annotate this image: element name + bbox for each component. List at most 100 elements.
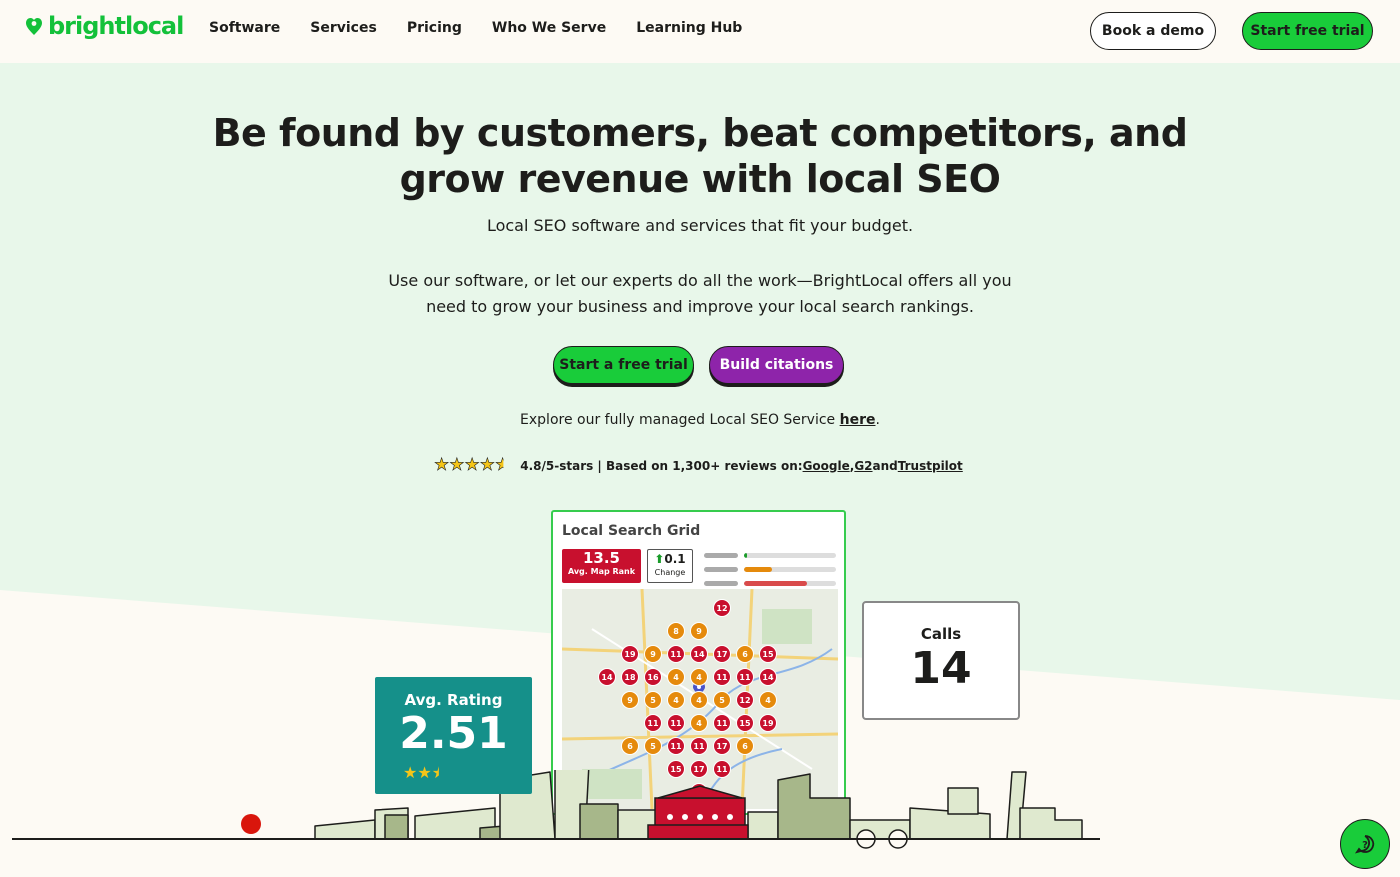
rank-dot: 4 (690, 714, 708, 732)
avg-rating-value: 2.51 (399, 708, 508, 759)
star-icon: ★ (403, 763, 418, 782)
rank-dot: 4 (690, 691, 708, 709)
rank-dot: 5 (644, 737, 662, 755)
start-free-trial-cta[interactable]: Start a free trial (553, 346, 694, 384)
rank-dot: 15 (759, 645, 777, 663)
brightlocal-logo[interactable]: brightlocal (24, 12, 184, 40)
rank-dot: 17 (713, 737, 731, 755)
rank-dot: 11 (690, 737, 708, 755)
rank-dot: 16 (644, 668, 662, 686)
avg-rating-stars: ★ ★ ★ (403, 763, 446, 782)
chat-icon: ? (1354, 835, 1375, 854)
explore-text: Explore our fully managed Local SEO Serv… (520, 412, 840, 428)
rank-dot: 6 (621, 737, 639, 755)
build-citations-cta[interactable]: Build citations (709, 346, 844, 384)
rank-dot: 11 (736, 668, 754, 686)
rank-bar-fill (744, 580, 807, 586)
rank-dot: 4 (667, 668, 685, 686)
grid-title: Local Search Grid (562, 523, 701, 539)
google-reviews-link[interactable]: Google (803, 459, 850, 473)
nav-learning-hub[interactable]: Learning Hub (636, 20, 742, 36)
calls-value: 14 (910, 643, 972, 694)
star-icon: ★ (434, 455, 450, 475)
nav-services[interactable]: Services (310, 20, 377, 36)
rank-dot: 9 (621, 691, 639, 709)
half-star-icon: ★ (431, 763, 447, 782)
rank-dot: 11 (713, 714, 731, 732)
rank-bar-row (704, 576, 837, 590)
hero-title-line2: grow revenue with local SEO (399, 157, 1001, 201)
rank-dot: 9 (690, 622, 708, 640)
review-stars: ★ ★ ★ ★ ★ (434, 455, 511, 475)
hero-para-line1: Use our software, or let our experts do … (388, 271, 1012, 290)
chat-button[interactable]: ? (1340, 819, 1390, 869)
calls-card: Calls 14 (862, 601, 1020, 720)
rank-dot: 14 (598, 668, 616, 686)
city-skyline-illustration (12, 770, 1100, 849)
rank-dot: 11 (644, 714, 662, 732)
rank-dot: 6 (736, 645, 754, 663)
rank-dot: 14 (690, 645, 708, 663)
rank-dot: 11 (713, 668, 731, 686)
rank-dot: 5 (644, 691, 662, 709)
rank-dot: 19 (621, 645, 639, 663)
change-badge: ⬆0.1 Change (647, 549, 693, 583)
red-shop-illustration (647, 785, 749, 840)
logo-wordmark: brightlocal (48, 12, 184, 40)
rank-dot: 12 (736, 691, 754, 709)
calls-label: Calls (920, 625, 962, 643)
star-icon: ★ (479, 455, 495, 475)
explore-here-link[interactable]: here (840, 412, 876, 428)
g2-reviews-link[interactable]: G2 (854, 459, 872, 473)
hero-para-line2: need to grow your business and improve y… (426, 297, 974, 316)
avg-map-rank-badge: 13.5 Avg. Map Rank (562, 549, 641, 583)
arrow-up-icon: ⬆ (654, 552, 665, 566)
rank-dot: 8 (667, 622, 685, 640)
hero-subtitle: Local SEO software and services that fit… (486, 216, 914, 235)
rank-dot: 12 (713, 599, 731, 617)
rank-dot: 4 (690, 668, 708, 686)
rank-bar-fill (744, 552, 747, 558)
nav-pricing[interactable]: Pricing (407, 20, 462, 36)
rating-text: 4.8/5-stars | Based on 1,300+ reviews on… (520, 458, 803, 473)
top-navigation: brightlocal Software Services Pricing Wh… (0, 0, 1400, 63)
half-star-icon: ★ (495, 455, 511, 475)
rank-dot: 11 (667, 737, 685, 755)
start-free-trial-button[interactable]: Start free trial (1242, 12, 1373, 50)
reviews-and: and (872, 458, 898, 473)
book-demo-button[interactable]: Book a demo (1090, 12, 1216, 50)
rank-bar-row (704, 562, 837, 576)
location-heart-icon (26, 18, 42, 35)
rank-dot: 6 (736, 737, 754, 755)
rank-dot: 4 (759, 691, 777, 709)
trustpilot-reviews-link[interactable]: Trustpilot (898, 459, 963, 473)
rank-dot: 18 (621, 668, 639, 686)
rank-dot: 14 (759, 668, 777, 686)
rank-dot: 5 (713, 691, 731, 709)
rank-bar-fill (744, 566, 772, 572)
reviews-summary: ★ ★ ★ ★ ★ 4.8/5-stars | Based on 1,300+ … (434, 455, 963, 475)
avg-map-rank-label: Avg. Map Rank (567, 567, 636, 576)
rank-dot: 19 (759, 714, 777, 732)
rank-dot: 15 (736, 714, 754, 732)
change-value: 0.1 (664, 552, 686, 566)
nav-who-we-serve[interactable]: Who We Serve (492, 20, 606, 36)
star-icon: ★ (449, 455, 465, 475)
rank-dot: 4 (667, 691, 685, 709)
nav-links: Software Services Pricing Who We Serve L… (209, 20, 772, 36)
avg-rating-card: Avg. Rating 2.51 ★ ★ ★ (375, 677, 532, 794)
avg-rating-label: Avg. Rating (404, 691, 503, 709)
rank-dot: 17 (713, 645, 731, 663)
rank-bars (704, 548, 837, 590)
rank-dot: 9 (644, 645, 662, 663)
star-icon: ★ (464, 455, 480, 475)
rank-dot: 11 (667, 714, 685, 732)
avg-map-rank-value: 13.5 (582, 549, 620, 567)
change-label: Change (654, 568, 686, 577)
explore-suffix: . (875, 412, 880, 428)
nav-software[interactable]: Software (209, 20, 280, 36)
rank-bar-row (704, 548, 837, 562)
hero-title-line1: Be found by customers, beat competitors,… (212, 111, 1188, 155)
hero-paragraph: Use our software, or let our experts do … (350, 268, 1050, 320)
svg-text:?: ? (1362, 840, 1368, 851)
